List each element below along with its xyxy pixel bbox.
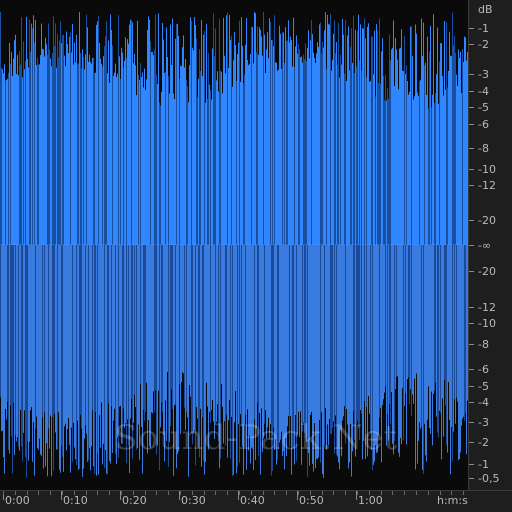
db-tick: [469, 28, 474, 29]
time-minor-tick: [50, 491, 51, 495]
db-tick: [469, 148, 474, 149]
db-tick-label: -6: [478, 363, 489, 376]
time-minor-tick: [180, 491, 181, 495]
db-tick-label: -8: [478, 338, 489, 351]
time-ruler[interactable]: 0:00 0:10 0:20 0:30 0:40 0:50 1:00 h:m:s: [0, 490, 512, 512]
db-tick: [469, 107, 474, 108]
db-tick: [469, 74, 474, 75]
time-minor-tick: [357, 491, 358, 495]
time-minor-tick: [428, 491, 429, 495]
db-tick: [469, 323, 474, 324]
db-tick: [469, 464, 474, 465]
time-minor-tick: [286, 491, 287, 495]
db-tick: [469, 220, 474, 221]
time-minor-tick: [74, 491, 75, 495]
db-tick: [469, 271, 474, 272]
db-tick: [469, 442, 474, 443]
time-minor-tick: [392, 491, 393, 495]
time-minor-tick: [263, 491, 264, 495]
time-minor-tick: [227, 491, 228, 495]
db-tick-label: -1: [478, 22, 489, 35]
time-minor-tick: [345, 491, 346, 495]
db-tick: [469, 386, 474, 387]
audio-waveform-viewer: dB -1 -2 -3 -4 -5 -6 -8 -10 -12 -20 -∞ -20 -12 -10 -8 -…: [0, 0, 512, 512]
time-minor-tick: [38, 491, 39, 495]
time-minor-tick: [133, 491, 134, 495]
db-tick-label: -12: [478, 179, 496, 192]
db-tick-label: -3: [478, 68, 489, 81]
time-tick-label: 0:20: [122, 494, 147, 507]
time-minor-tick: [15, 491, 16, 495]
db-tick: [469, 344, 474, 345]
time-minor-tick: [121, 491, 122, 495]
db-unit-label: dB: [478, 3, 493, 16]
db-tick-label: -20: [478, 214, 496, 227]
waveform-display[interactable]: [0, 0, 468, 490]
db-tick-label: -5: [478, 101, 489, 114]
waveform-channel-bottom: [0, 245, 468, 478]
time-tick-label: 0:00: [5, 494, 30, 507]
time-minor-tick: [204, 491, 205, 495]
db-tick: [469, 422, 474, 423]
db-ruler: dB -1 -2 -3 -4 -5 -6 -8 -10 -12 -20 -∞ -20 -12 -10 -8 -…: [468, 0, 512, 490]
time-minor-tick: [215, 491, 216, 495]
time-minor-tick: [145, 491, 146, 495]
db-tick-label: -8: [478, 142, 489, 155]
db-tick: [469, 185, 474, 186]
time-minor-tick: [251, 491, 252, 495]
time-tick-label: 0:50: [299, 494, 324, 507]
db-tick-label: -2: [478, 38, 489, 51]
db-tick: [469, 369, 474, 370]
db-tick-label: -4: [478, 396, 489, 409]
time-minor-tick: [27, 491, 28, 495]
time-minor-tick: [168, 491, 169, 495]
time-unit-label: h:m:s: [437, 494, 468, 507]
db-tick-label: -10: [478, 163, 496, 176]
db-tick: [469, 169, 474, 170]
db-tick: [469, 307, 474, 308]
db-tick-label: -∞: [478, 239, 492, 252]
db-tick-label: -0,5: [478, 472, 500, 485]
db-tick: [469, 478, 474, 479]
db-tick-label: -6: [478, 118, 489, 131]
time-minor-tick: [192, 491, 193, 495]
time-minor-tick: [333, 491, 334, 495]
time-minor-tick: [322, 491, 323, 495]
db-tick: [469, 44, 474, 45]
time-tick-label: 0:40: [240, 494, 265, 507]
time-minor-tick: [404, 491, 405, 495]
db-tick-label: -12: [478, 301, 496, 314]
time-tick-label: 0:10: [63, 494, 88, 507]
time-minor-tick: [416, 491, 417, 495]
time-minor-tick: [109, 491, 110, 495]
time-minor-tick: [381, 491, 382, 495]
time-minor-tick: [97, 491, 98, 495]
db-tick-label: -2: [478, 436, 489, 449]
db-tick-label: -20: [478, 265, 496, 278]
db-tick-label: -3: [478, 416, 489, 429]
db-tick: [469, 402, 474, 403]
db-tick-label: -5: [478, 380, 489, 393]
time-minor-tick: [156, 491, 157, 495]
time-minor-tick: [3, 491, 4, 495]
time-minor-tick: [274, 491, 275, 495]
waveform-svg: [0, 12, 468, 478]
time-minor-tick: [239, 491, 240, 495]
db-tick-label: -4: [478, 85, 489, 98]
time-minor-tick: [86, 491, 87, 495]
db-tick: [469, 91, 474, 92]
db-tick-label: -10: [478, 317, 496, 330]
time-tick-label: 0:30: [181, 494, 206, 507]
time-minor-tick: [369, 491, 370, 495]
db-tick: [469, 124, 474, 125]
db-tick-label: -1: [478, 458, 489, 471]
time-minor-tick: [298, 491, 299, 495]
time-minor-tick: [62, 491, 63, 495]
time-minor-tick: [310, 491, 311, 495]
time-tick-label: 1:00: [358, 494, 383, 507]
db-tick: [469, 245, 474, 246]
